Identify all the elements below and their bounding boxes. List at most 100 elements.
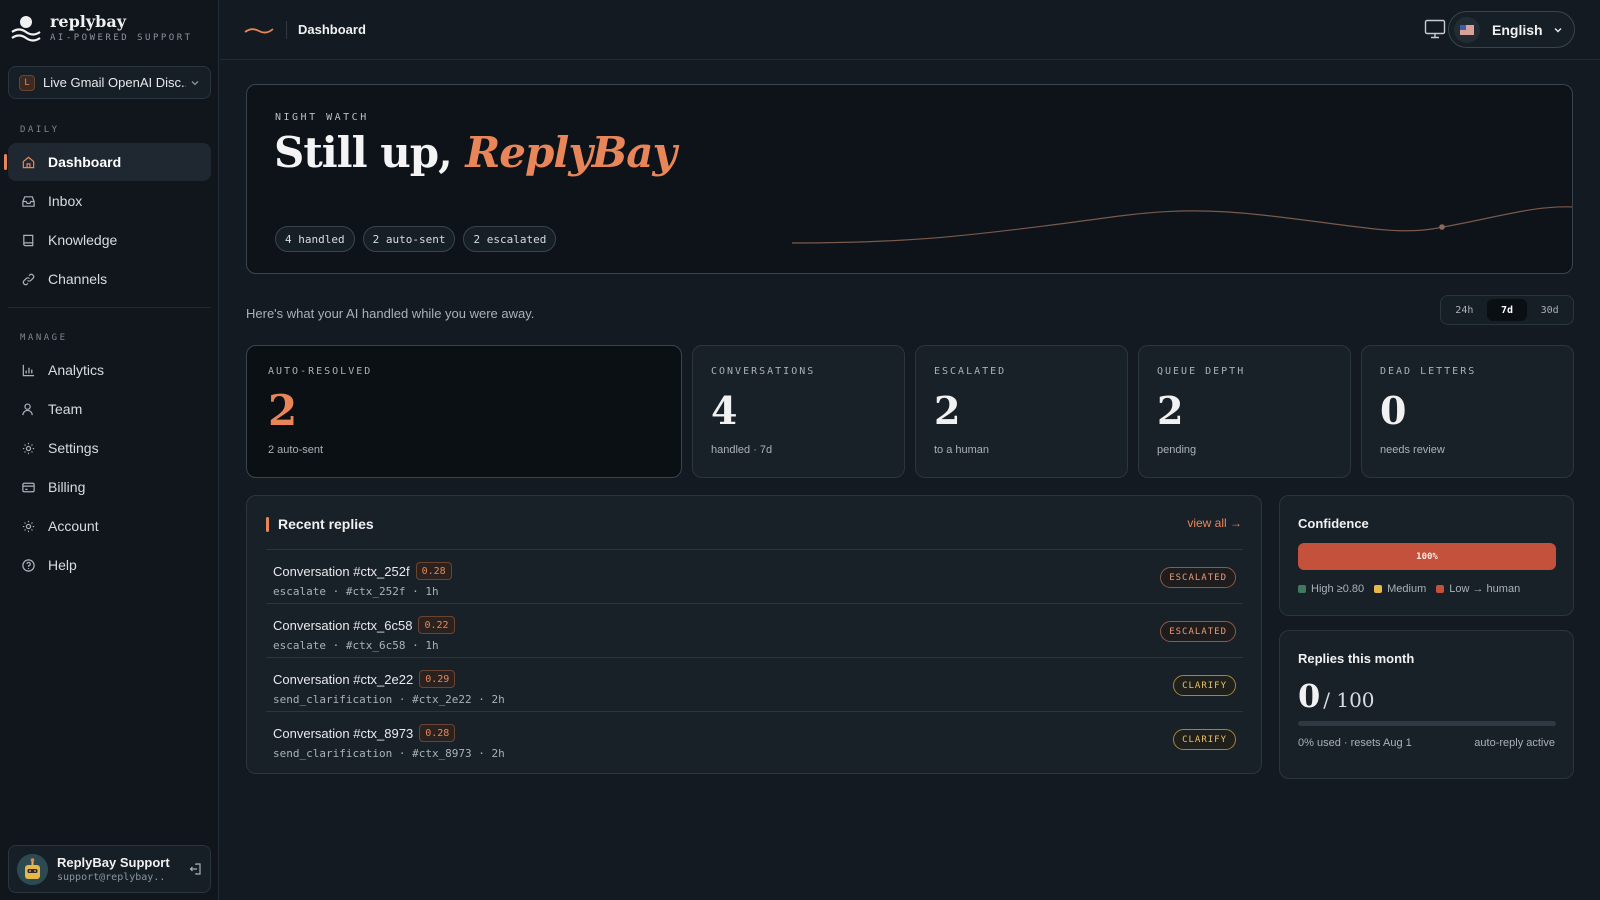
sidebar-item-account[interactable]: Account: [8, 507, 211, 545]
stat-value: 2: [934, 388, 961, 433]
confidence-card: Confidence 100% High ≥0.80 Medium Low → …: [1279, 495, 1574, 616]
sidebar-item-label: Settings: [48, 440, 99, 456]
range-7d[interactable]: 7d: [1486, 299, 1528, 321]
wave-icon[interactable]: [244, 23, 274, 37]
inbox-icon: [22, 195, 35, 207]
monitor-icon[interactable]: [1424, 19, 1446, 39]
conversation-name: Conversation #ctx_2e22 0.29: [273, 670, 456, 688]
brand[interactable]: replybay AI-POWERED SUPPORT: [10, 12, 193, 44]
conversation-name: Conversation #ctx_252f 0.28: [273, 562, 452, 580]
conversation-name: Conversation #ctx_6c58 0.22: [273, 616, 455, 634]
stat-card-auto-resolved: AUTO-RESOLVED 2 2 auto-sent: [246, 345, 682, 478]
legend-label: High ≥0.80: [1311, 583, 1365, 595]
topbar: Dashboard English: [220, 0, 1600, 60]
topbar-divider: [286, 20, 287, 39]
sidebar-item-label: Billing: [48, 479, 86, 495]
list-item[interactable]: Conversation #ctx_8973 0.28 send_clarific…: [266, 711, 1243, 765]
legend-medium: Medium: [1374, 583, 1426, 595]
gear-icon: [22, 442, 35, 454]
stat-label: QUEUE DEPTH: [1157, 366, 1246, 377]
sidebar-item-inbox[interactable]: Inbox: [8, 182, 211, 220]
stat-label: ESCALATED: [934, 366, 1007, 377]
stat-sub: pending: [1157, 444, 1197, 456]
confidence-bar: 100%: [1298, 543, 1556, 570]
flag-icon: [1454, 16, 1480, 43]
stat-value: 4: [711, 388, 738, 433]
legend-swatch: [1298, 585, 1306, 593]
confidence-title: Confidence: [1298, 516, 1369, 531]
range-24h[interactable]: 24h: [1444, 299, 1485, 321]
sidebar-item-channels[interactable]: Channels: [8, 260, 211, 298]
stat-label: AUTO-RESOLVED: [268, 366, 373, 377]
accent-bar: [266, 516, 269, 532]
legend-swatch: [1436, 585, 1445, 593]
conversation-title: Conversation #ctx_8973: [273, 725, 414, 741]
stat-sub: needs review: [1380, 444, 1445, 456]
sidebar-item-dashboard[interactable]: Dashboard: [4, 143, 211, 181]
legend-swatch: [1374, 585, 1383, 593]
view-all-link[interactable]: view all →: [1187, 516, 1242, 530]
sidebar-item-label: Inbox: [48, 193, 83, 209]
legend-label: Medium: [1387, 583, 1427, 595]
stat-sub: handled · 7d: [711, 444, 773, 456]
stat-sub: 2 auto-sent: [268, 444, 324, 456]
sidebar-item-settings[interactable]: Settings: [8, 429, 211, 467]
legend-label: Low → human: [1449, 583, 1521, 595]
user-card[interactable]: ReplyBay Support support@replybay....: [8, 845, 211, 893]
confidence-bar-fill: 100%: [1298, 543, 1556, 570]
logout-icon[interactable]: [188, 862, 202, 876]
list-item[interactable]: Conversation #ctx_252f 0.28 escalate · #c…: [266, 549, 1243, 603]
book-icon: [23, 234, 34, 246]
sidebar-item-label: Team: [48, 401, 83, 417]
chevron-down-icon: [191, 80, 199, 85]
replies-month-title: Replies this month: [1298, 651, 1415, 666]
sidebar: replybay AI-POWERED SUPPORT L Live Gmail…: [0, 0, 219, 900]
hero-title-name: ReplyBay: [465, 128, 676, 177]
conversation-meta: send_clarification · #ctx_8973 · 2h: [273, 747, 505, 760]
sidebar-item-billing[interactable]: Billing: [8, 468, 211, 506]
range-30d[interactable]: 30d: [1529, 299, 1570, 321]
dashboard-subtitle: Here's what your AI handled while you we…: [246, 306, 535, 321]
chip-handled: 4 handled: [275, 226, 355, 252]
language-selector[interactable]: English: [1448, 11, 1575, 48]
list-item[interactable]: Conversation #ctx_6c58 0.22 escalate · #c…: [266, 603, 1243, 657]
sidebar-item-help[interactable]: Help: [8, 546, 211, 584]
conversation-meta: escalate · #ctx_252f · 1h: [273, 585, 439, 598]
chevron-down-icon: [1554, 27, 1562, 32]
legend-low: Low → human: [1436, 583, 1520, 595]
replies-count: 0/ 100: [1298, 677, 1375, 715]
sidebar-item-label: Account: [48, 518, 99, 534]
recent-replies-list: Conversation #ctx_252f 0.28 escalate · #c…: [266, 549, 1243, 765]
sidebar-item-knowledge[interactable]: Knowledge: [8, 221, 211, 259]
recent-replies-header: Recent replies: [266, 516, 374, 532]
chip-escalated: 2 escalated: [463, 226, 557, 252]
confidence-legend: High ≥0.80 Medium Low → human: [1298, 583, 1520, 595]
sidebar-item-team[interactable]: Team: [8, 390, 211, 428]
activity-wave: [792, 206, 1572, 244]
page-title: Dashboard: [298, 22, 366, 37]
sidebar-item-label: Knowledge: [48, 232, 118, 248]
sidebar-item-label: Analytics: [48, 362, 105, 378]
section-label-daily: DAILY: [20, 125, 60, 135]
sidebar-item-analytics[interactable]: Analytics: [8, 351, 211, 389]
status-badge: ESCALATED: [1160, 621, 1236, 642]
logo-icon: [11, 16, 41, 42]
sidebar-item-label: Channels: [48, 271, 108, 287]
sidebar-item-label: Dashboard: [48, 154, 122, 170]
list-item[interactable]: Conversation #ctx_2e22 0.29 send_clarific…: [266, 657, 1243, 711]
hero-kicker: NIGHT WATCH: [275, 112, 369, 123]
confidence-score: 0.28: [419, 724, 456, 742]
confidence-score: 0.29: [419, 670, 456, 688]
usage-bar: [1298, 721, 1556, 726]
replies-limit: / 100: [1323, 688, 1375, 712]
stat-card-escalated: ESCALATED 2 to a human: [915, 345, 1128, 478]
hero-chips: 4 handled 2 auto-sent 2 escalated: [275, 226, 557, 252]
confidence-score: 0.22: [418, 616, 455, 634]
workspace-selector[interactable]: L Live Gmail OpenAI Disc...: [8, 66, 211, 99]
conversation-title: Conversation #ctx_6c58: [273, 617, 413, 633]
status-badge: CLARIFY: [1173, 675, 1236, 696]
recent-replies-title: Recent replies: [278, 516, 374, 532]
help-icon: [22, 558, 35, 572]
user-name: ReplyBay Support: [57, 855, 170, 870]
link-icon: [22, 273, 35, 285]
